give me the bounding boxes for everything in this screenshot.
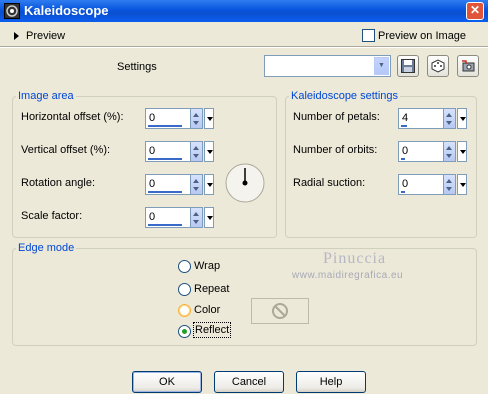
edge-mode-legend: Edge mode — [18, 242, 75, 254]
spin-arrows[interactable] — [444, 108, 456, 129]
vertical-offset-input[interactable]: 0 — [145, 141, 191, 162]
number-of-petals-input[interactable]: 4 — [398, 108, 444, 129]
number-of-petals-stepper[interactable]: 4 — [398, 108, 468, 129]
spin-arrows[interactable] — [191, 207, 203, 228]
rotation-dial[interactable] — [224, 162, 266, 204]
edge-mode-group: Edge mode — [12, 242, 477, 346]
horizontal-offset-label: Horizontal offset (%): — [21, 111, 124, 123]
kaleidoscope-settings-legend: Kaleidoscope settings — [291, 90, 399, 102]
number-of-petals-value: 4 — [402, 112, 409, 124]
save-preset-button[interactable] — [397, 55, 419, 77]
rotation-angle-label: Rotation angle: — [21, 177, 95, 189]
value-menu-button[interactable] — [204, 108, 214, 129]
radial-suction-label: Radial suction: — [293, 177, 366, 189]
edge-mode-reflect-radio[interactable] — [178, 325, 191, 338]
horizontal-offset-value: 0 — [149, 112, 156, 124]
value-menu-button[interactable] — [204, 207, 214, 228]
close-button[interactable]: ✕ — [466, 2, 484, 20]
edge-mode-reflect-label[interactable]: Reflect — [193, 322, 232, 338]
number-of-orbits-value: 0 — [402, 145, 409, 157]
reset-camera-icon — [462, 60, 475, 72]
radial-suction-stepper[interactable]: 0 — [398, 174, 468, 195]
watermark-name: Pinuccia — [323, 250, 387, 267]
cancel-button[interactable]: Cancel — [214, 371, 284, 393]
edge-color-swatch — [251, 298, 309, 324]
value-menu-button[interactable] — [457, 141, 467, 162]
edge-mode-repeat-label[interactable]: Repeat — [194, 283, 229, 295]
vertical-offset-value: 0 — [149, 145, 156, 157]
spin-arrows[interactable] — [191, 174, 203, 195]
settings-label: Settings — [117, 61, 157, 73]
dropdown-arrow-icon[interactable]: ▼ — [374, 57, 389, 75]
spin-arrows[interactable] — [191, 141, 203, 162]
value-menu-button[interactable] — [204, 141, 214, 162]
horizontal-offset-input[interactable]: 0 — [145, 108, 191, 129]
number-of-orbits-stepper[interactable]: 0 — [398, 141, 468, 162]
rotation-angle-value: 0 — [149, 178, 156, 190]
dice-icon — [431, 59, 445, 73]
edge-mode-wrap-label[interactable]: Wrap — [194, 260, 220, 272]
expand-arrow-icon — [14, 32, 19, 40]
value-menu-button[interactable] — [457, 108, 467, 129]
vertical-offset-stepper[interactable]: 0 — [145, 141, 215, 162]
window-title: Kaleidoscope — [24, 3, 109, 18]
reset-preset-button[interactable] — [457, 55, 479, 77]
preview-on-image-label[interactable]: Preview on Image — [378, 30, 466, 42]
app-icon — [4, 3, 20, 19]
preset-dropdown[interactable]: ▼ — [264, 55, 391, 77]
scale-factor-input[interactable]: 0 — [145, 207, 191, 228]
image-area-legend: Image area — [18, 90, 74, 102]
help-button[interactable]: Help — [296, 371, 366, 393]
disabled-icon — [272, 303, 288, 319]
horizontal-offset-stepper[interactable]: 0 — [145, 108, 215, 129]
number-of-orbits-label: Number of orbits: — [293, 144, 378, 156]
scale-factor-label: Scale factor: — [21, 210, 83, 222]
spin-arrows[interactable] — [444, 141, 456, 162]
edge-mode-color-radio[interactable] — [178, 304, 191, 317]
spin-arrows[interactable] — [191, 108, 203, 129]
edge-mode-color-label[interactable]: Color — [194, 304, 220, 316]
preview-label: Preview — [26, 30, 66, 42]
randomize-button[interactable] — [427, 55, 449, 77]
scale-factor-stepper[interactable]: 0 — [145, 207, 215, 228]
title-bar: Kaleidoscope ✕ — [0, 0, 488, 22]
radial-suction-value: 0 — [402, 178, 409, 190]
scale-factor-value: 0 — [149, 211, 156, 223]
spin-arrows[interactable] — [444, 174, 456, 195]
header-divider — [0, 46, 488, 48]
radial-suction-input[interactable]: 0 — [398, 174, 444, 195]
value-menu-button[interactable] — [457, 174, 467, 195]
rotation-angle-stepper[interactable]: 0 — [145, 174, 215, 195]
number-of-petals-label: Number of petals: — [293, 111, 380, 123]
floppy-disk-icon — [401, 59, 415, 73]
preview-on-image-checkbox[interactable] — [362, 29, 375, 42]
vertical-offset-label: Vertical offset (%): — [21, 144, 111, 156]
edge-mode-wrap-radio[interactable] — [178, 260, 191, 273]
number-of-orbits-input[interactable]: 0 — [398, 141, 444, 162]
ok-button[interactable]: OK — [132, 371, 202, 393]
watermark-url: www.maidiregrafica.eu — [292, 270, 404, 281]
value-menu-button[interactable] — [204, 174, 214, 195]
rotation-angle-input[interactable]: 0 — [145, 174, 191, 195]
edge-mode-repeat-radio[interactable] — [178, 283, 191, 296]
